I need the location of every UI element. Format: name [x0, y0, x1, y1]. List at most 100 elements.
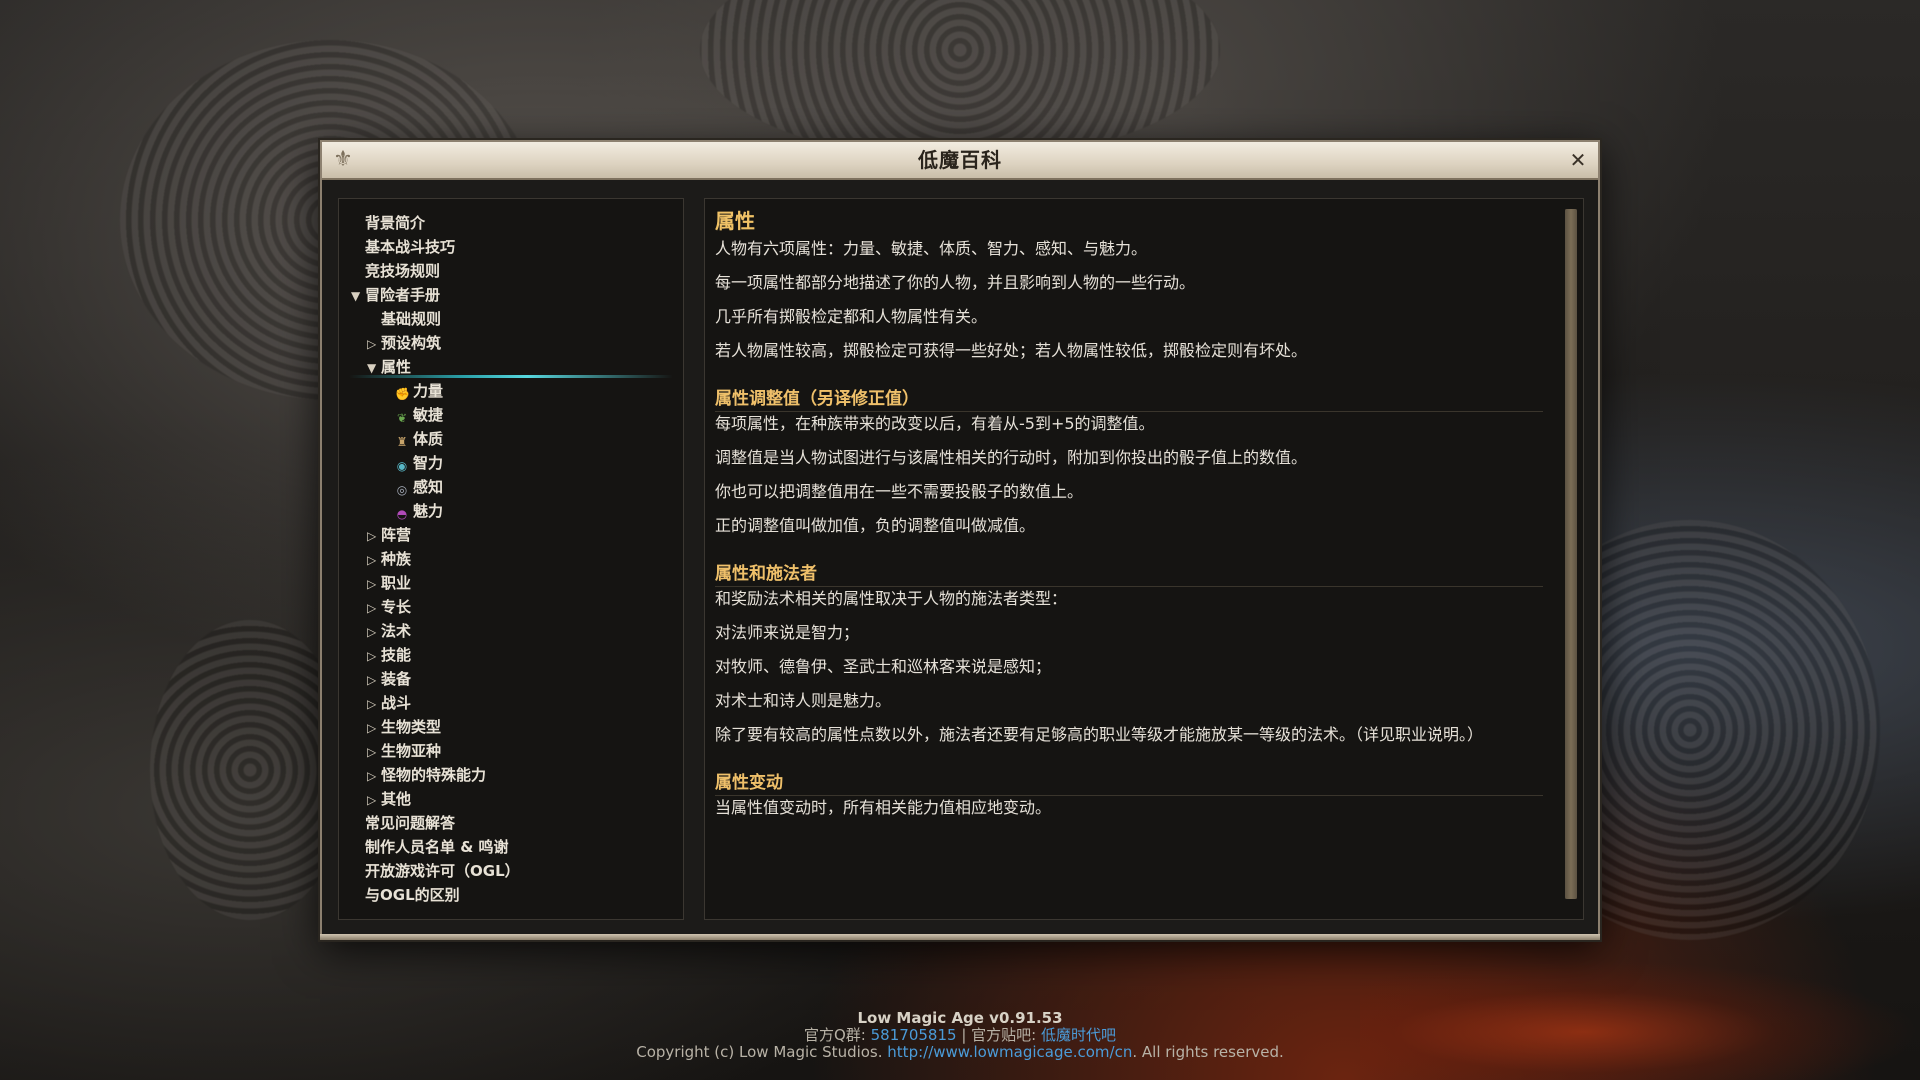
nav-item-label: 预设构筑 — [381, 334, 442, 352]
topic-tree: 背景简介 基本战斗技巧 竞技场规则 ▼ 冒险者手册 基础规则 ▷ 预设构筑 ▼ 属性 ✊ 力量 ❦ 敏捷 ♜… — [338, 198, 684, 920]
nav-item-5[interactable]: ▷ 预设构筑 — [339, 331, 683, 355]
nav-item-label: 力量 — [413, 382, 444, 400]
nav-item-11[interactable]: ◎ 感知 — [339, 475, 683, 499]
nav-item-20[interactable]: ▷ 战斗 — [339, 691, 683, 715]
collapsed-triangle-icon[interactable]: ▷ — [367, 788, 381, 812]
nav-item-label: 阵营 — [381, 526, 412, 544]
nav-item-15[interactable]: ▷ 职业 — [339, 571, 683, 595]
nav-item-25[interactable]: 常见问题解答 — [339, 811, 683, 835]
nav-item-12[interactable]: ◓ 魅力 — [339, 499, 683, 523]
nav-item-21[interactable]: ▷ 生物类型 — [339, 715, 683, 739]
nav-item-24[interactable]: ▷ 其他 — [339, 787, 683, 811]
copyright-line: Copyright (c) Low Magic Studios. http://… — [0, 1044, 1920, 1061]
nav-item-6[interactable]: ▼ 属性 — [339, 355, 683, 379]
nav-item-8[interactable]: ❦ 敏捷 — [339, 403, 683, 427]
wisdom-icon: ◎ — [396, 483, 408, 497]
paragraph: 对法师来说是智力； — [715, 623, 860, 642]
article-sections: 属性调整值（另译修正值） 每项属性，在种族带来的改变以后，有着从-5到+5的调整值… — [715, 388, 1543, 817]
expanded-triangle-icon[interactable]: ▼ — [351, 284, 365, 308]
collapsed-triangle-icon[interactable]: ▷ — [367, 668, 381, 692]
expanded-triangle-icon[interactable]: ▼ — [367, 356, 381, 380]
collapsed-triangle-icon[interactable]: ▷ — [367, 596, 381, 620]
nav-item-18[interactable]: ▷ 技能 — [339, 643, 683, 667]
scrollbar-thumb[interactable] — [1565, 209, 1577, 899]
nav-item-17[interactable]: ▷ 法术 — [339, 619, 683, 643]
paragraph: 除了要有较高的属性点数以外，施法者还要有足够高的职业等级才能施放某一等级的法术。… — [715, 725, 1484, 744]
collapsed-triangle-icon[interactable]: ▷ — [367, 716, 381, 740]
footer: Low Magic Age v0.91.53 官方Q群: 581705815 |… — [0, 1010, 1920, 1061]
paragraph: 对术士和诗人则是魅力。 — [715, 691, 892, 710]
tieba-label: | 官方贴吧: — [956, 1026, 1041, 1044]
website-link[interactable]: http://www.lowmagicage.com/cn — [887, 1043, 1132, 1061]
collapsed-triangle-icon[interactable]: ▷ — [367, 764, 381, 788]
nav-item-27[interactable]: 开放游戏许可（OGL） — [339, 859, 683, 883]
nav-item-28[interactable]: 与OGL的区别 — [339, 883, 683, 907]
article-title: 属性 — [715, 209, 755, 233]
collapsed-triangle-icon[interactable]: ▷ — [367, 572, 381, 596]
tieba-link[interactable]: 低魔时代吧 — [1041, 1026, 1116, 1044]
copyright-suffix: . All rights reserved. — [1132, 1043, 1284, 1061]
nav-item-label: 冒险者手册 — [365, 286, 441, 304]
collapsed-triangle-icon[interactable]: ▷ — [367, 524, 381, 548]
nav-item-label: 装备 — [381, 670, 412, 688]
nav-item-2[interactable]: 竞技场规则 — [339, 259, 683, 283]
qq-number-link[interactable]: 581705815 — [871, 1026, 957, 1044]
collapsed-triangle-icon[interactable]: ▷ — [367, 692, 381, 716]
collapsed-triangle-icon[interactable]: ▷ — [367, 740, 381, 764]
section-heading: 属性调整值（另译修正值） — [715, 388, 1543, 412]
nav-item-14[interactable]: ▷ 种族 — [339, 547, 683, 571]
collapsed-triangle-icon[interactable]: ▷ — [367, 332, 381, 356]
nav-item-label: 魅力 — [413, 502, 444, 520]
close-button[interactable]: ✕ — [1564, 146, 1592, 174]
nav-item-label: 制作人员名单 & 鸣谢 — [365, 838, 509, 856]
intelligence-icon: ◉ — [396, 459, 408, 473]
nav-item-label: 背景简介 — [365, 214, 426, 232]
paragraph: 正的调整值叫做加值，负的调整值叫做减值。 — [715, 516, 1036, 535]
nav-item-7[interactable]: ✊ 力量 — [339, 379, 683, 403]
nav-item-16[interactable]: ▷ 专长 — [339, 595, 683, 619]
nav-item-label: 基础规则 — [381, 310, 442, 328]
nav-item-label: 怪物的特殊能力 — [381, 766, 487, 784]
version-label: Low Magic Age v0.91.53 — [857, 1009, 1063, 1027]
nav-item-1[interactable]: 基本战斗技巧 — [339, 235, 683, 259]
collapsed-triangle-icon[interactable]: ▷ — [367, 548, 381, 572]
nav-item-label: 专长 — [381, 598, 412, 616]
nav-item-26[interactable]: 制作人员名单 & 鸣谢 — [339, 835, 683, 859]
article-panel[interactable]: 属性 人物有六项属性：力量、敏捷、体质、智力、感知、与魅力。 每一项属性都部分地描… — [704, 198, 1584, 920]
charisma-icon: ◓ — [396, 507, 408, 521]
nav-item-22[interactable]: ▷ 生物亚种 — [339, 739, 683, 763]
nav-item-4[interactable]: 基础规则 — [339, 307, 683, 331]
paragraph: 当属性值变动时，所有相关能力值相应地变动。 — [715, 798, 1052, 817]
collapsed-triangle-icon[interactable]: ▷ — [367, 620, 381, 644]
nav-item-3[interactable]: ▼ 冒险者手册 — [339, 283, 683, 307]
collapsed-triangle-icon[interactable]: ▷ — [367, 644, 381, 668]
section-heading: 属性变动 — [715, 772, 1543, 796]
encyclopedia-window: ⚜ 低魔百科 ✕ 背景简介 基本战斗技巧 竞技场规则 ▼ 冒险者手册 基础规则 ▷ 预设构筑 ▼… — [320, 140, 1600, 940]
nav-item-label: 敏捷 — [413, 406, 444, 424]
window-title: 低魔百科 — [918, 148, 1002, 172]
nav-item-10[interactable]: ◉ 智力 — [339, 451, 683, 475]
window-titlebar[interactable]: ⚜ 低魔百科 ✕ — [322, 142, 1598, 180]
nav-item-9[interactable]: ♜ 体质 — [339, 427, 683, 451]
section-heading: 属性和施法者 — [715, 563, 1543, 587]
nav-item-label: 基本战斗技巧 — [365, 238, 456, 256]
copyright-prefix: Copyright (c) Low Magic Studios. — [636, 1043, 888, 1061]
nav-item-label: 战斗 — [381, 694, 412, 712]
nav-item-13[interactable]: ▷ 阵营 — [339, 523, 683, 547]
paragraph: 每一项属性都部分地描述了你的人物，并且影响到人物的一些行动。 — [715, 273, 1196, 292]
constitution-icon: ♜ — [396, 435, 408, 449]
article-intro: 人物有六项属性：力量、敏捷、体质、智力、感知、与魅力。 每一项属性都部分地描述了你… — [715, 239, 1543, 360]
nav-item-label: 技能 — [381, 646, 412, 664]
paragraph: 几乎所有掷骰检定都和人物属性有关。 — [715, 307, 988, 326]
nav-item-23[interactable]: ▷ 怪物的特殊能力 — [339, 763, 683, 787]
nav-item-0[interactable]: 背景简介 — [339, 211, 683, 235]
nav-item-19[interactable]: ▷ 装备 — [339, 667, 683, 691]
window-bottom-border — [320, 934, 1600, 940]
paragraph: 你也可以把调整值用在一些不需要投骰子的数值上。 — [715, 482, 1084, 501]
nav-item-label: 种族 — [381, 550, 412, 568]
nav-item-label: 法术 — [381, 622, 412, 640]
nav-item-label: 生物亚种 — [381, 742, 442, 760]
nav-item-label: 智力 — [413, 454, 444, 472]
nav-item-label: 属性 — [381, 358, 412, 376]
nav-item-label: 其他 — [381, 790, 412, 808]
